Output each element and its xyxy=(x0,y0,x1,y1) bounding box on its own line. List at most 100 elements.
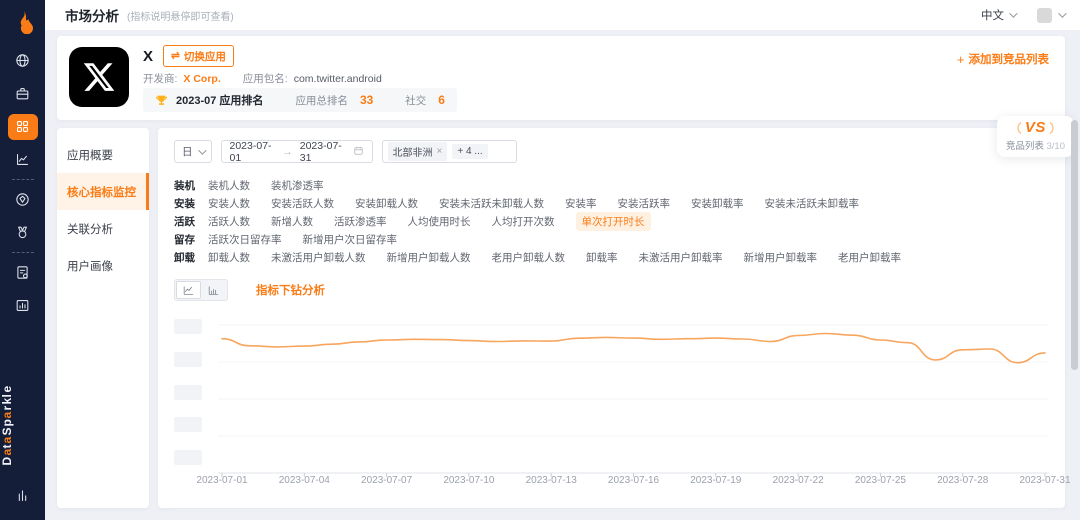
metric-option[interactable]: 装机渗透率 xyxy=(271,178,324,193)
x-axis-tick-label: 2023-07-04 xyxy=(278,475,330,486)
report-doc-icon[interactable] xyxy=(0,256,45,289)
competitor-vs-widget[interactable]: VS 竞品列表 3/10 xyxy=(996,116,1074,157)
x-axis-tick-label: 2023-07-10 xyxy=(443,475,495,486)
metric-option[interactable]: 装机人数 xyxy=(208,178,250,193)
bar-chart-toggle[interactable] xyxy=(201,281,226,299)
metric-group-label: 装机 xyxy=(174,179,195,192)
trophy-icon xyxy=(156,95,167,105)
switch-app-button[interactable]: ⇌ 切换应用 xyxy=(163,45,234,67)
add-to-competitor-button[interactable]: + 添加到竞品列表 xyxy=(957,51,1049,67)
rail-divider xyxy=(11,179,34,180)
drill-down-link[interactable]: 指标下钻分析 xyxy=(256,282,325,298)
x-axis-tick-label: 2023-07-22 xyxy=(772,475,824,486)
category-rank-label: 社交 xyxy=(405,94,427,107)
rank-medal-icon[interactable] xyxy=(0,216,45,249)
chart-plot-area: 2023-07-01 2023-07-04 2023-07-07 2023-07-10… xyxy=(196,315,1071,491)
developer-name[interactable]: X Corp. xyxy=(183,73,220,85)
left-nav-rail: DataSparkle xyxy=(0,0,45,520)
app-meta: 开发商: X Corp. 应用包名: com.twitter.android xyxy=(143,71,382,86)
market-analysis-page: DataSparkle 市场分析 (指标说明悬停即可查看) 中文 X ⇌ 切换应… xyxy=(0,0,1080,520)
rank-period: 2023-07 应用排名 xyxy=(176,95,264,107)
page-title: 市场分析 xyxy=(65,9,119,24)
metric-option[interactable]: 新增用户次日留存率 xyxy=(303,232,398,247)
metric-option[interactable]: 活跃渗透率 xyxy=(334,214,387,229)
collapse-menu-icon[interactable] xyxy=(0,479,45,512)
plus-icon: + xyxy=(956,51,965,67)
chart-type-toggle xyxy=(174,279,228,301)
metric-option[interactable]: 卸载人数 xyxy=(208,250,250,265)
company-analysis-icon[interactable] xyxy=(0,77,45,110)
metric-option[interactable]: 新增用户卸载人数 xyxy=(387,250,471,265)
chevron-down-icon[interactable] xyxy=(1058,9,1067,18)
metric-option[interactable]: 安装卸载率 xyxy=(691,196,744,211)
metric-option[interactable]: 安装卸载人数 xyxy=(355,196,418,211)
metric-option[interactable]: 卸载率 xyxy=(586,250,618,265)
filter-bar: 日 2023-07-01 → 2023-07-31 北部非洲 × + 4 ... xyxy=(174,139,1049,164)
menu-item[interactable]: 用户画像 xyxy=(57,247,149,284)
x-axis-tick-label: 2023-07-25 xyxy=(854,475,906,486)
metric-option[interactable]: 新增人数 xyxy=(271,214,313,229)
metric-group-label: 安装 xyxy=(174,197,195,210)
metric-option[interactable]: 新增用户卸载率 xyxy=(744,250,818,265)
metric-option[interactable]: 安装未活跃未卸载率 xyxy=(765,196,860,211)
developer-label: 开发商: xyxy=(143,73,178,85)
metric-option[interactable]: 老用户卸载率 xyxy=(838,250,901,265)
region-more-tag[interactable]: + 4 ... xyxy=(452,144,488,159)
section-divider xyxy=(174,509,1049,510)
x-axis-tick-label: 2023-07-28 xyxy=(937,475,989,486)
metric-group-row: 活跃 活跃人数 新增人数 活跃渗透率 人均使用时长 人均打开次数 单次打开时长 xyxy=(174,211,1049,231)
competitor-count: 3/10 xyxy=(1046,141,1066,152)
granularity-select[interactable]: 日 xyxy=(174,140,212,163)
metric-option[interactable]: 单次打开时长 xyxy=(575,211,651,231)
metric-group-row: 卸载 卸载人数 未激活用户卸载人数 新增用户卸载人数 老用户卸载人数 卸载率 未激活用户卸载… xyxy=(174,248,1049,266)
package-label: 应用包名: xyxy=(242,73,288,85)
metric-option[interactable]: 安装活跃人数 xyxy=(271,196,334,211)
brand-vertical-text: DataSparkle xyxy=(0,384,14,465)
y-axis-redacted-labels xyxy=(174,315,204,473)
metric-option[interactable]: 老用户卸载人数 xyxy=(492,250,566,265)
metric-group-label: 卸载 xyxy=(174,251,195,264)
switch-icon: ⇌ xyxy=(171,50,180,62)
total-rank-value: 33 xyxy=(359,93,374,107)
global-gem-icon[interactable] xyxy=(0,183,45,216)
global-overview-icon[interactable] xyxy=(0,44,45,77)
date-range-input[interactable]: 2023-07-01 → 2023-07-31 xyxy=(220,139,373,164)
date-end: 2023-07-31 xyxy=(299,139,342,164)
metric-option[interactable]: 活跃人数 xyxy=(208,214,250,229)
language-label: 中文 xyxy=(981,10,1004,22)
language-selector[interactable]: 中文 xyxy=(981,7,1018,23)
chart-gallery-icon[interactable] xyxy=(0,289,45,322)
metric-option[interactable]: 活跃次日留存率 xyxy=(208,232,282,247)
app-info-card: X ⇌ 切换应用 开发商: X Corp. 应用包名: com.twitter.… xyxy=(57,36,1065,120)
menu-item[interactable]: 关联分析 xyxy=(57,210,149,247)
close-icon[interactable]: × xyxy=(437,146,443,157)
datasparkle-flame-logo[interactable] xyxy=(0,0,45,44)
chevron-down-icon xyxy=(1009,9,1018,18)
metric-option[interactable]: 未激活用户卸载人数 xyxy=(271,250,366,265)
x-axis-tick-label: 2023-07-13 xyxy=(525,475,577,486)
date-start: 2023-07-01 xyxy=(229,139,272,164)
metric-line-chart: 2023-07-01 2023-07-04 2023-07-07 2023-07-10… xyxy=(174,315,1071,491)
region-multiselect[interactable]: 北部非洲 × + 4 ... xyxy=(381,140,517,163)
metric-option[interactable]: 人均打开次数 xyxy=(492,214,555,229)
line-chart-toggle[interactable] xyxy=(176,281,201,299)
metric-option[interactable]: 安装人数 xyxy=(208,196,250,211)
metric-group-row: 留存 活跃次日留存率 新增用户次日留存率 xyxy=(174,230,1049,248)
metric-option[interactable]: 人均使用时长 xyxy=(408,214,471,229)
main-area: X ⇌ 切换应用 开发商: X Corp. 应用包名: com.twitter.… xyxy=(45,30,1080,520)
avatar[interactable] xyxy=(1037,7,1052,23)
x-axis-tick-label: 2023-07-01 xyxy=(196,475,248,486)
metric-option[interactable]: 安装活跃率 xyxy=(618,196,671,211)
metric-group-label: 留存 xyxy=(174,233,195,246)
metric-option[interactable]: 安装率 xyxy=(565,196,597,211)
menu-item[interactable]: 核心指标监控 xyxy=(57,173,149,210)
vertical-scrollbar[interactable] xyxy=(1071,120,1078,370)
metric-option[interactable]: 安装未活跃未卸载人数 xyxy=(439,196,544,211)
app-name: X xyxy=(143,47,154,65)
metric-selector: 装机 装机人数 装机渗透率安装 安装人数 安装活跃人数 安装卸载人数 安装未活跃未卸载人数 安… xyxy=(174,176,1049,266)
calendar-icon xyxy=(353,145,364,159)
metric-option[interactable]: 未激活用户卸载率 xyxy=(639,250,723,265)
trend-analysis-icon[interactable] xyxy=(0,143,45,176)
market-analysis-icon[interactable] xyxy=(0,110,45,143)
menu-item[interactable]: 应用概要 xyxy=(57,136,149,173)
